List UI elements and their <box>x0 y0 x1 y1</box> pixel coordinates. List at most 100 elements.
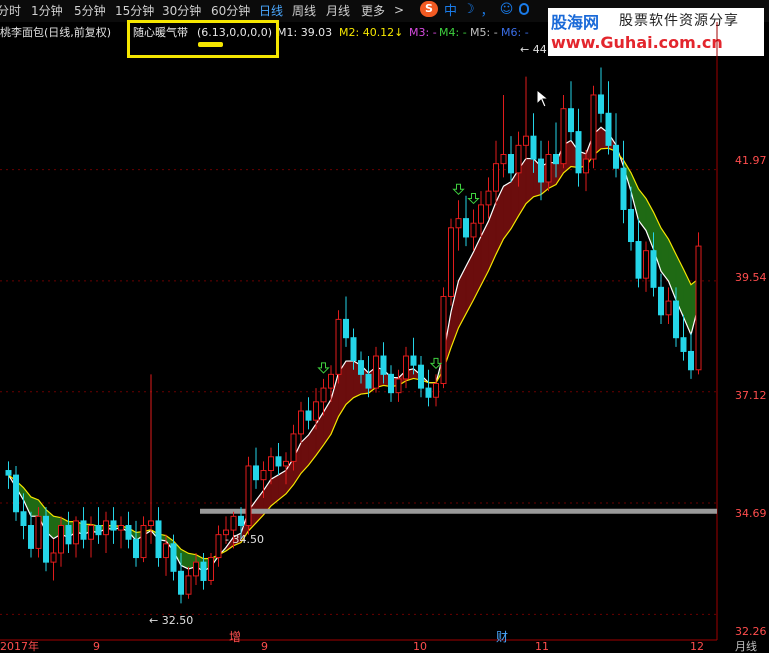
candle-body <box>605 112 612 146</box>
candle-body <box>680 337 687 352</box>
candle-body <box>350 337 357 362</box>
candle-body <box>103 520 109 536</box>
candle-body <box>455 218 462 229</box>
candle-body <box>178 570 184 595</box>
price-tick-4: 32.26 <box>735 625 767 638</box>
candle-body <box>590 94 597 160</box>
candle-body <box>665 300 672 316</box>
candle-body <box>538 158 544 183</box>
candle-body <box>470 222 477 238</box>
candle-body <box>230 515 237 531</box>
candle-body <box>628 208 634 243</box>
candle-body <box>200 561 207 581</box>
candle-body <box>163 543 169 559</box>
candle-body <box>530 135 537 160</box>
candle-body <box>688 350 694 371</box>
warm-band-segment <box>510 168 519 230</box>
warm-band-segment <box>473 236 482 301</box>
candle-body <box>88 524 94 540</box>
candle-body <box>440 295 447 385</box>
candle-body <box>305 410 312 421</box>
candle-body <box>185 575 192 595</box>
candle-body <box>170 543 177 572</box>
candle-body <box>673 300 679 339</box>
candle-body <box>380 355 387 375</box>
right-axis-label: 月线 <box>735 640 757 653</box>
candle-body <box>583 158 589 174</box>
candle-body <box>260 470 267 481</box>
candle-body <box>50 552 57 563</box>
candle-body <box>695 245 702 371</box>
candle-body <box>268 456 274 472</box>
high-price-label: ← 44 <box>520 43 547 56</box>
candle-body <box>148 520 154 526</box>
marker-zeng[interactable]: 增 <box>229 628 241 645</box>
price-tick-2: 37.12 <box>735 389 767 402</box>
date-label-dec: 12 <box>690 640 704 653</box>
candle-body <box>95 524 102 536</box>
candle-body <box>358 360 364 375</box>
candle-body <box>643 250 649 279</box>
kline-plot[interactable] <box>0 0 769 653</box>
date-label-sep: 9 <box>261 640 268 653</box>
candle-body <box>20 511 27 526</box>
candle-body <box>545 154 552 183</box>
support-price-label: - 34.50 <box>225 533 264 546</box>
price-tick-0: 41.97 <box>735 154 767 167</box>
candle-body <box>5 470 12 476</box>
candle-body <box>313 401 319 421</box>
candle-body <box>410 355 417 366</box>
buy-signal-arrow-icon <box>467 192 480 205</box>
warm-band-segment <box>495 186 504 255</box>
candle-body <box>298 410 304 435</box>
candle-body <box>140 524 147 559</box>
candle-body <box>133 538 139 559</box>
candle-body <box>463 218 469 238</box>
candle-body <box>35 515 42 549</box>
candle-body <box>635 241 642 279</box>
warm-band-segment <box>480 221 489 286</box>
candle-body <box>238 515 244 526</box>
buy-signal-arrow-icon <box>429 357 443 370</box>
price-tick-1: 39.54 <box>735 271 767 284</box>
candle-body <box>598 94 604 114</box>
candle-body <box>523 135 529 146</box>
candle-body <box>193 561 199 577</box>
candle-body <box>613 144 619 169</box>
candle-body <box>493 163 499 192</box>
buy-signal-arrow-icon <box>452 183 465 196</box>
candle-body <box>118 524 124 531</box>
candle-body <box>425 387 432 398</box>
date-label-year: 2017年 <box>0 640 39 653</box>
mouse-pointer-icon <box>536 89 550 108</box>
warm-band-segment <box>465 251 474 314</box>
candle-body <box>125 524 132 540</box>
date-label-nov: 11 <box>535 640 549 653</box>
warm-band-segment <box>525 158 534 205</box>
date-label-aug: 9 <box>93 640 100 653</box>
candle-body <box>13 474 19 513</box>
candle-body <box>155 520 162 559</box>
candle-body <box>373 355 379 389</box>
candle-body <box>403 355 409 380</box>
candle-body <box>58 524 64 554</box>
candle-body <box>65 524 72 545</box>
candle-body <box>80 520 87 540</box>
candle-body <box>620 167 627 210</box>
candle-body <box>110 520 117 531</box>
candle-body <box>208 557 214 581</box>
candle-body <box>245 465 252 526</box>
date-label-oct: 10 <box>413 640 427 653</box>
candle-body <box>478 204 484 224</box>
warm-band-segment <box>638 188 647 232</box>
warm-band-segment <box>458 266 467 328</box>
candle-body <box>515 144 522 174</box>
candle-body <box>283 460 289 467</box>
candle-body <box>253 465 259 481</box>
candle-body <box>485 190 492 206</box>
candle-body <box>433 383 439 398</box>
candle-body <box>320 387 327 403</box>
marker-cai[interactable]: 财 <box>496 628 508 645</box>
low-price-label: ← 32.50 <box>149 614 194 627</box>
candle-body <box>290 433 297 462</box>
